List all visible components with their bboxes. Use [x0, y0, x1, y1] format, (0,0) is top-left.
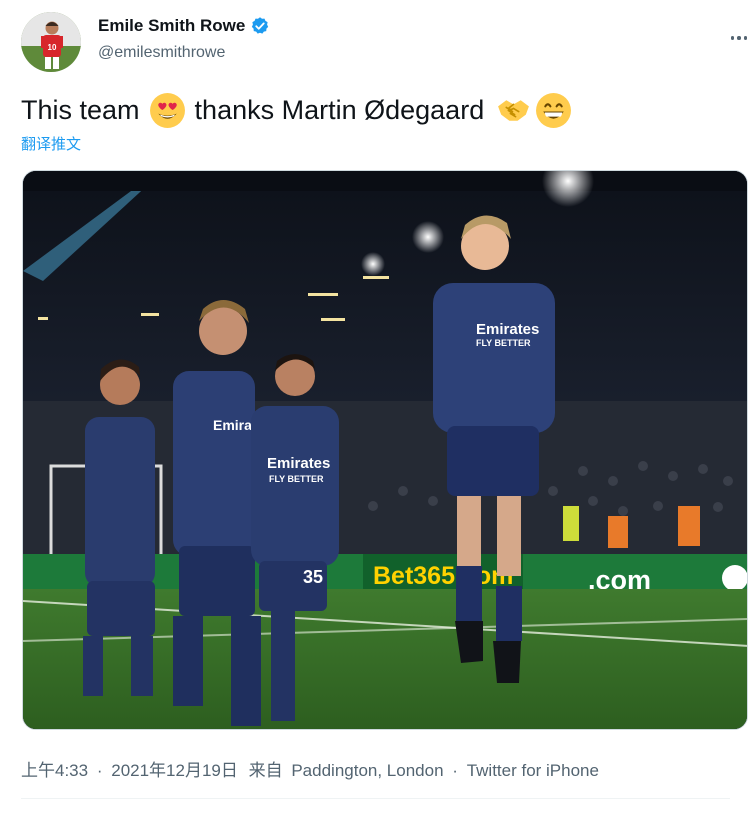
tweet-text: This team thanks Martin Ødegaard	[21, 89, 572, 131]
svg-text:Emirates: Emirates	[267, 455, 330, 472]
tweet-text-part-1: This team	[21, 94, 140, 125]
heart-eyes-emoji-icon	[149, 92, 186, 129]
svg-text:FLY BETTER: FLY BETTER	[269, 474, 324, 484]
tweet-meta: 上午4:33 · 2021年12月19日 来自 Paddington, Lond…	[21, 756, 599, 781]
more-dot-icon	[743, 36, 748, 40]
more-dot-icon	[730, 36, 735, 40]
svg-text:FLY BETTER: FLY BETTER	[476, 338, 531, 348]
more-options-button[interactable]	[727, 28, 750, 48]
tweet-text-part-2: thanks Martin Ødegaard	[194, 94, 485, 125]
meta-separator: ·	[452, 761, 458, 780]
tweet-date[interactable]: 2021年12月19日	[111, 756, 238, 781]
svg-text:10: 10	[48, 43, 57, 52]
display-name[interactable]: Emile Smith Rowe	[98, 16, 245, 36]
handshake-emoji-icon	[495, 92, 532, 129]
tweet-source[interactable]: Twitter for iPhone	[467, 761, 599, 781]
author-handle[interactable]: @emilesmithrowe	[98, 44, 225, 62]
author-name-row: Emile Smith Rowe	[98, 16, 270, 36]
verified-badge-icon	[250, 16, 270, 36]
avatar-image: 10	[21, 12, 81, 72]
tweet-photo[interactable]: Bet365.com .com Emirates Emirates FLY BE…	[22, 170, 748, 730]
tweet-time[interactable]: 上午4:33	[21, 756, 88, 781]
more-dot-icon	[737, 36, 741, 40]
svg-text:Emirates: Emirates	[476, 321, 539, 338]
grinning-emoji-icon	[535, 92, 572, 129]
avatar[interactable]: 10	[21, 12, 81, 72]
photo-image: Bet365.com .com Emirates Emirates FLY BE…	[23, 171, 747, 729]
translate-tweet-link[interactable]: 翻译推文	[21, 133, 81, 154]
meta-separator: ·	[96, 761, 103, 780]
divider	[21, 798, 730, 799]
from-label: 来自	[248, 761, 283, 780]
tweet-location[interactable]: Paddington, London	[291, 761, 443, 781]
tweet-header: 10 Emile Smith Rowe @emilesmithrowe	[21, 12, 748, 72]
ad-board-bet365: Bet365.com	[373, 562, 513, 590]
svg-text:35: 35	[303, 567, 323, 587]
